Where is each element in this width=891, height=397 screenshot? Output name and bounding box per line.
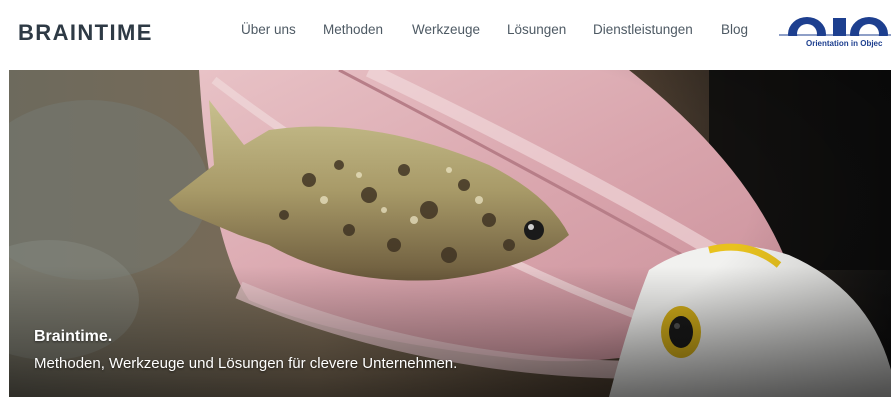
- oio-logo-text: Orientation in Objec: [806, 39, 883, 48]
- nav-ueber-uns[interactable]: Über uns: [241, 22, 296, 37]
- nav-methoden[interactable]: Methoden: [323, 22, 383, 37]
- hero-title: Braintime.: [34, 328, 113, 345]
- nav-dienstleistungen[interactable]: Dienstleistungen: [593, 22, 693, 37]
- nav-loesungen[interactable]: Lösungen: [507, 22, 566, 37]
- brand-logo[interactable]: BRAINTIME: [18, 20, 153, 46]
- nav-werkzeuge[interactable]: Werkzeuge: [412, 22, 480, 37]
- site-header: BRAINTIME Über uns Methoden Werkzeuge Lö…: [0, 0, 891, 68]
- hero-banner: Braintime. Methoden, Werkzeuge und Lösun…: [9, 70, 891, 397]
- oio-partner-logo[interactable]: Orientation in Objec: [779, 4, 891, 52]
- hero-subtitle: Methoden, Werkzeuge und Lösungen für cle…: [34, 355, 458, 372]
- nav-blog[interactable]: Blog: [721, 22, 748, 37]
- hero-caption: Braintime. Methoden, Werkzeuge und Lösun…: [34, 328, 457, 372]
